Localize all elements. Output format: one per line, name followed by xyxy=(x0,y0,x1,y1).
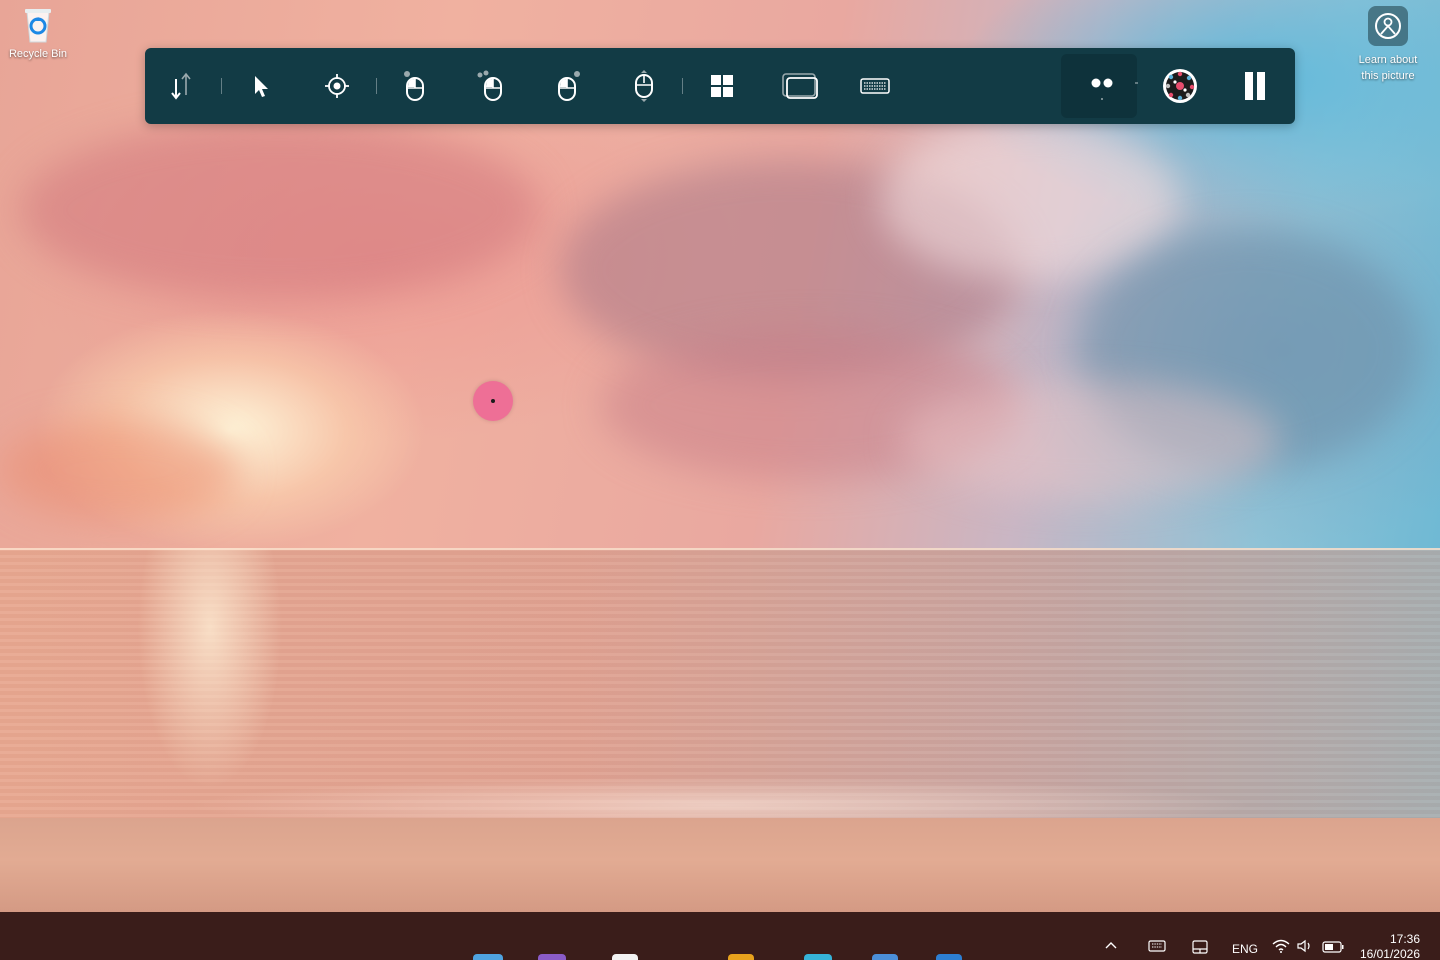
mouse-scroll-icon xyxy=(635,70,653,102)
taskbar-browser-icon[interactable] xyxy=(804,954,832,960)
battery-icon[interactable] xyxy=(1322,941,1344,957)
eye-tracking-button[interactable] xyxy=(1076,48,1128,124)
scroll-mode-button[interactable] xyxy=(155,48,207,124)
learn-about-label-line2: this picture xyxy=(1361,70,1415,82)
recycle-bin-label: Recycle Bin xyxy=(8,48,68,60)
wallpaper-cloud xyxy=(20,120,540,300)
mouse-left-icon xyxy=(404,71,424,101)
wallpaper-horizon xyxy=(0,548,1440,550)
eye-control-toolbar xyxy=(145,48,1295,124)
toolbar-separator xyxy=(221,78,222,94)
clock-time: 17:36 xyxy=(1389,932,1420,946)
wifi-icon[interactable] xyxy=(1272,939,1290,957)
task-view-button[interactable] xyxy=(774,48,826,124)
calibration-icon xyxy=(1163,69,1197,103)
pointer-icon xyxy=(255,76,268,97)
gaze-cursor xyxy=(473,381,513,421)
task-view-icon xyxy=(782,73,818,99)
pause-icon xyxy=(1245,72,1265,100)
toolbar-separator xyxy=(682,78,683,94)
touch-keyboard-icon[interactable] xyxy=(1148,940,1166,956)
touchpad-icon[interactable] xyxy=(1192,940,1208,958)
taskbar-clock[interactable]: 17:36 16/01/2026 xyxy=(1360,932,1420,960)
taskbar-start-button[interactable] xyxy=(473,954,503,960)
clock-date: 16/01/2026 xyxy=(1359,947,1420,960)
taskbar-app-icon[interactable] xyxy=(936,954,962,960)
wallpaper-sand xyxy=(0,818,1440,912)
left-click-button[interactable] xyxy=(234,48,286,124)
scroll-wheel-button[interactable] xyxy=(618,48,670,124)
crosshair-icon xyxy=(325,74,349,98)
right-click-mouse-button[interactable] xyxy=(542,48,594,124)
start-menu-button[interactable] xyxy=(696,48,748,124)
taskbar-file-explorer-icon[interactable] xyxy=(728,954,754,960)
windows-logo-icon xyxy=(711,75,733,97)
toolbar-separator xyxy=(376,78,377,94)
precise-select-button[interactable] xyxy=(311,48,363,124)
taskbar-app-icon[interactable] xyxy=(872,954,898,960)
show-hidden-icons-chevron-icon[interactable] xyxy=(1104,938,1118,954)
volume-icon[interactable] xyxy=(1297,939,1313,957)
recycle-bin-shortcut[interactable]: Recycle Bin xyxy=(0,4,76,62)
keyboard-button[interactable] xyxy=(849,48,901,124)
wallpaper-cloud xyxy=(900,380,1280,500)
pause-button[interactable] xyxy=(1229,48,1281,124)
taskbar-app-icon[interactable] xyxy=(612,954,638,960)
toolbar-separator xyxy=(1135,82,1138,84)
taskbar: ENG 17:36 16/01/2026 xyxy=(0,912,1440,960)
mouse-double-icon xyxy=(477,70,502,101)
scroll-arrows-icon xyxy=(171,72,191,100)
learn-about-label-line1: Learn about xyxy=(1358,54,1418,66)
left-click-mouse-button[interactable] xyxy=(389,48,441,124)
learn-about-picture-shortcut[interactable]: Learn about this picture xyxy=(1346,6,1430,84)
wallpaper-cloud xyxy=(0,420,240,520)
camera-pin-icon xyxy=(1368,6,1408,46)
recycle-bin-icon xyxy=(21,4,55,44)
desktop-wallpaper xyxy=(0,0,1440,912)
wallpaper-cloud xyxy=(880,120,1180,280)
eyes-icon xyxy=(1091,78,1113,100)
double-click-mouse-button[interactable] xyxy=(465,48,517,124)
calibration-button[interactable] xyxy=(1154,48,1206,124)
mouse-right-icon xyxy=(558,71,580,101)
input-language-indicator[interactable]: ENG xyxy=(1232,941,1258,957)
taskbar-app-icon[interactable] xyxy=(538,954,566,960)
keyboard-icon xyxy=(860,78,890,94)
